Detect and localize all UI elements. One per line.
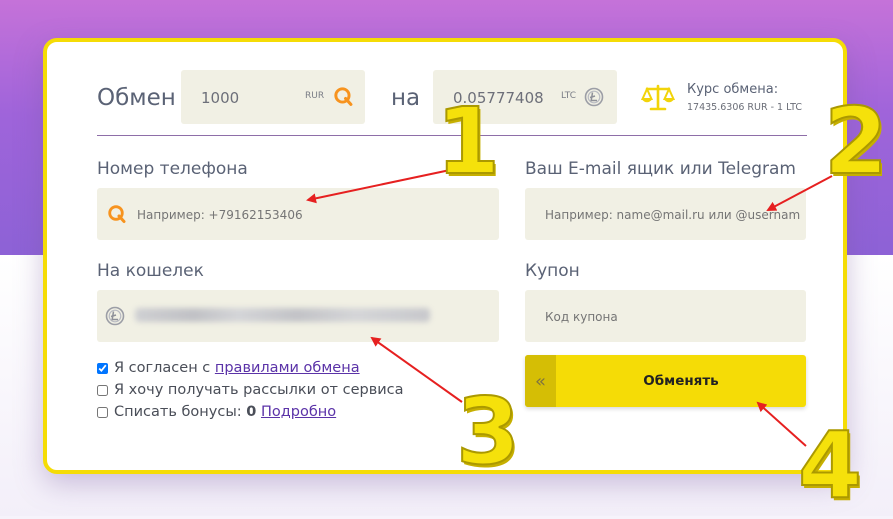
arrow-3 xyxy=(370,336,463,403)
arrow-1 xyxy=(306,169,451,204)
step-number-2: 2 xyxy=(823,88,889,195)
step-number-1: 1 xyxy=(435,88,501,195)
step-number-3: 3 xyxy=(455,378,521,485)
step-number-4: 4 xyxy=(797,412,863,519)
annotation-arrows xyxy=(306,169,833,447)
arrow-2 xyxy=(766,175,833,211)
